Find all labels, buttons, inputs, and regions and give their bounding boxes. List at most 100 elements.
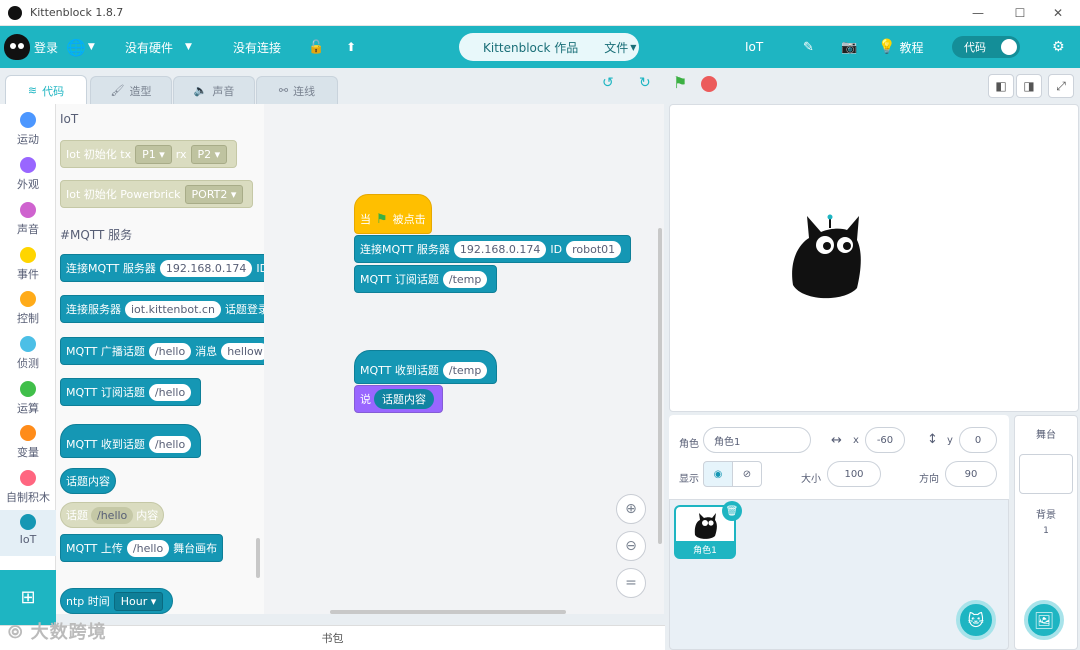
- ws-block-mqtt-subscribe[interactable]: MQTT 订阅话题 /temp: [354, 265, 498, 293]
- sprite-name-input[interactable]: 角色1: [703, 427, 811, 453]
- workspace-scrollbar-vertical[interactable]: [658, 228, 662, 544]
- block-iot-init-tx[interactable]: Iot 初始化 tx P1 ▾ rx P2 ▾: [60, 140, 238, 168]
- port-dropdown[interactable]: PORT2 ▾: [184, 184, 244, 204]
- language-menu[interactable]: 🌐 ▼: [66, 26, 95, 68]
- topic-input[interactable]: /hello: [91, 506, 134, 524]
- project-title-pill[interactable]: Kittenblock 作品 文件 ▼: [459, 33, 639, 61]
- tab-sounds[interactable]: 🔈 声音: [173, 76, 255, 104]
- block-mqtt-broadcast[interactable]: MQTT 广播话题 /hello 消息 hellow: [60, 337, 264, 365]
- category-sensing[interactable]: 侦测: [0, 332, 56, 376]
- backdrop-label: 背景: [1036, 510, 1056, 521]
- green-flag-icon[interactable]: ⚑: [673, 73, 687, 92]
- cat-sprite[interactable]: [785, 210, 865, 300]
- time-unit-dropdown[interactable]: Hour ▾: [113, 591, 164, 611]
- connection-menu[interactable]: 没有连接: [233, 26, 281, 68]
- login-button[interactable]: 登录: [34, 26, 58, 68]
- add-backdrop-button[interactable]: 🖼: [1024, 600, 1064, 640]
- file-menu[interactable]: 文件: [604, 39, 628, 56]
- tab-wiring[interactable]: ⚯ 连线: [256, 76, 338, 104]
- project-title[interactable]: Kittenblock 作品: [483, 39, 578, 56]
- category-variables[interactable]: 变量: [0, 421, 56, 465]
- upload-file-icon[interactable]: ⬆: [346, 26, 356, 68]
- camera-icon[interactable]: 📷: [841, 26, 857, 68]
- code-mode-toggle[interactable]: 代码: [952, 36, 1020, 58]
- undo-icon[interactable]: ↺: [602, 75, 614, 91]
- delete-sprite-button[interactable]: 🗑: [722, 501, 742, 521]
- ip-input[interactable]: 192.168.0.174: [453, 240, 547, 258]
- y-position-input[interactable]: 0: [959, 427, 997, 453]
- add-sprite-button[interactable]: 🐱: [956, 600, 996, 640]
- category-operators[interactable]: 运算: [0, 377, 56, 421]
- tutorial-label: 教程: [899, 40, 924, 55]
- stage-canvas[interactable]: [669, 104, 1079, 412]
- block-ntp-time[interactable]: ntp 时间 Hour ▾: [60, 588, 174, 614]
- block-mqtt-upload[interactable]: MQTT 上传 /hello 舞台画布: [60, 534, 224, 562]
- lock-icon[interactable]: 🔓: [308, 26, 324, 68]
- wiring-icon: ⚯: [278, 84, 289, 97]
- ws-block-mqtt-receive-hat[interactable]: MQTT 收到话题 /temp: [354, 350, 498, 384]
- show-sprite-button[interactable]: ◉: [703, 461, 733, 487]
- block-connect-server[interactable]: 连接服务器 iot.kittenbot.cn 话题登录名: [60, 295, 264, 323]
- sprite-thumbnail: [694, 513, 717, 539]
- workspace-scrollbar-horizontal[interactable]: [330, 610, 566, 614]
- hide-sprite-button[interactable]: ⊘: [732, 461, 762, 487]
- size-label: 大小: [801, 474, 821, 485]
- id-input[interactable]: robot01: [566, 240, 622, 258]
- topic-input[interactable]: /hello: [126, 539, 170, 557]
- x-position-input[interactable]: -60: [865, 427, 905, 453]
- zoom-reset-button[interactable]: =: [616, 568, 646, 598]
- stop-icon[interactable]: [701, 76, 717, 92]
- category-iot[interactable]: IoT: [0, 510, 56, 556]
- size-input[interactable]: 100: [827, 461, 881, 487]
- close-button[interactable]: ✕: [1036, 0, 1080, 26]
- block-mqtt-subscribe[interactable]: MQTT 订阅话题 /hello: [60, 378, 202, 406]
- direction-input[interactable]: 90: [945, 461, 997, 487]
- block-mqtt-receive-hat[interactable]: MQTT 收到话题 /hello: [60, 424, 202, 458]
- sprite-tile[interactable]: 角色1 🗑: [674, 501, 742, 559]
- topic-input[interactable]: /hello: [148, 435, 192, 453]
- topic-input[interactable]: /hello: [148, 383, 192, 401]
- large-stage-button[interactable]: ◨: [1016, 74, 1042, 98]
- tab-costumes[interactable]: 🖌 造型: [90, 76, 172, 104]
- ws-block-connect-mqtt[interactable]: 连接MQTT 服务器 192.168.0.174 ID robot01: [354, 235, 632, 263]
- iot-menu[interactable]: IoT: [745, 26, 763, 68]
- category-control[interactable]: 控制: [0, 287, 56, 331]
- category-motion[interactable]: 运动: [0, 108, 56, 152]
- ip-input[interactable]: 192.168.0.174: [159, 259, 253, 277]
- category-events[interactable]: 事件: [0, 243, 56, 287]
- zoom-in-button[interactable]: ⊕: [616, 494, 646, 524]
- topic-input[interactable]: /temp: [442, 361, 488, 379]
- block-when-flag-clicked[interactable]: 当 ⚑ 被点击: [354, 194, 432, 234]
- pin-dropdown[interactable]: P1 ▾: [135, 144, 172, 164]
- block-topic-content[interactable]: 话题内容: [60, 468, 116, 494]
- category-my-blocks[interactable]: 自制积木: [0, 466, 56, 510]
- hardware-menu[interactable]: 没有硬件 ▼: [125, 26, 192, 68]
- zoom-out-button[interactable]: ⊖: [616, 531, 646, 561]
- script-workspace[interactable]: 当 ⚑ 被点击 连接MQTT 服务器 192.168.0.174 ID robo…: [264, 104, 664, 614]
- block-topic-of[interactable]: 话题 /hello 内容: [60, 502, 165, 528]
- kittenblock-logo[interactable]: [4, 26, 30, 68]
- palette-scrollbar[interactable]: [256, 538, 260, 578]
- y-label: y: [947, 435, 953, 446]
- block-iot-init-powerbrick[interactable]: Iot 初始化 Powerbrick PORT2 ▾: [60, 180, 254, 208]
- edit-icon[interactable]: ✎: [803, 26, 814, 68]
- minimize-button[interactable]: —: [956, 0, 1000, 26]
- tutorial-button[interactable]: 💡 教程: [878, 26, 923, 68]
- small-stage-button[interactable]: ◧: [988, 74, 1014, 98]
- server-input[interactable]: iot.kittenbot.cn: [125, 300, 221, 318]
- message-input[interactable]: hellow: [221, 342, 264, 360]
- topic-input[interactable]: /hello: [148, 342, 192, 360]
- category-looks[interactable]: 外观: [0, 153, 56, 197]
- fullscreen-button[interactable]: ⤢: [1048, 74, 1074, 98]
- stage-thumbnail[interactable]: [1019, 454, 1073, 494]
- tab-code[interactable]: ≋ 代码: [5, 75, 87, 105]
- redo-icon[interactable]: ↻: [639, 75, 651, 91]
- topic-input[interactable]: /temp: [442, 270, 488, 288]
- topic-content-reporter[interactable]: 话题内容: [374, 389, 434, 409]
- category-sound[interactable]: 声音: [0, 198, 56, 242]
- ws-block-say[interactable]: 说 话题内容: [354, 385, 443, 413]
- settings-gear-icon[interactable]: ⚙: [1052, 26, 1065, 68]
- block-connect-mqtt[interactable]: 连接MQTT 服务器 192.168.0.174 ID: [60, 254, 264, 282]
- pin-dropdown[interactable]: P2 ▾: [190, 144, 228, 164]
- add-extension-button[interactable]: ⊞: [0, 570, 56, 625]
